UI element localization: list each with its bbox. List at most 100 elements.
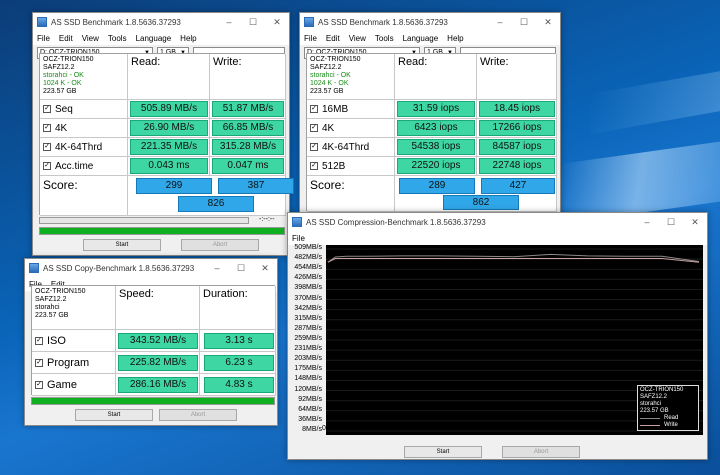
menu-edit[interactable]: Edit <box>326 34 340 43</box>
maximize-icon[interactable]: ☐ <box>659 217 683 228</box>
app-icon <box>292 217 302 227</box>
progress-fill <box>32 398 274 404</box>
checkbox-checked-icon[interactable]: ✓ <box>43 143 51 151</box>
y-tick-label: 426MB/s <box>294 274 322 282</box>
close-icon[interactable]: ✕ <box>253 263 277 274</box>
firmware: SAFZ12.2 <box>35 296 67 303</box>
4k64-read-value: 221.35 MB/s <box>130 139 208 155</box>
copy-progress-bar <box>31 397 275 405</box>
checkbox-checked-icon[interactable]: ✓ <box>43 124 51 132</box>
row-4k: ✓ 4K <box>307 119 395 138</box>
4k64-write-value: 84587 iops <box>479 139 555 155</box>
benchmark-window-1: AS SSD Benchmark 1.8.5636.37293 – ☐ ✕ Fi… <box>32 12 294 256</box>
app-icon <box>37 17 47 27</box>
menu-language[interactable]: Language <box>136 34 172 43</box>
results-grid: OCZ-TRION150 SAFZ12.2 storahci - OK 1024… <box>39 53 294 216</box>
title-bar: AS SSD Copy-Benchmark 1.8.5636.37293 – ☐… <box>25 259 277 277</box>
minimize-icon[interactable]: – <box>488 17 512 27</box>
drive-capacity: 223.57 GB <box>310 88 344 95</box>
menu-language[interactable]: Language <box>403 34 439 43</box>
score-label: Score: <box>307 176 395 212</box>
y-tick-label: 454MB/s <box>294 264 322 272</box>
menu-view[interactable]: View <box>82 34 99 43</box>
y-tick-label: 509MB/s <box>294 244 322 251</box>
minimize-icon[interactable]: – <box>635 217 659 227</box>
speed-header: Speed: <box>116 286 200 330</box>
abort-button[interactable]: Abort <box>159 409 237 421</box>
row-4k-64thrd: ✓ 4K-64Thrd <box>40 138 128 157</box>
checkbox-checked-icon[interactable]: ✓ <box>310 143 318 151</box>
row-seq: ✓ Seq <box>40 100 128 119</box>
alignment-status: 1024 K - OK <box>43 80 82 87</box>
y-tick-label: 36MB/s <box>298 415 322 423</box>
abort-button[interactable]: Abort <box>181 239 259 251</box>
menu-file[interactable]: File <box>292 234 305 243</box>
results-grid: OCZ-TRION150 SAFZ12.2 storahci - OK 1024… <box>306 53 557 212</box>
y-tick-label: 120MB/s <box>294 385 322 393</box>
maximize-icon[interactable]: ☐ <box>512 17 536 28</box>
benchmark-window-2: AS SSD Benchmark 1.8.5636.37293 – ☐ ✕ Fi… <box>299 12 561 216</box>
abort-button[interactable]: Abort <box>502 446 580 458</box>
row-iso: ✓ ISO <box>32 330 116 352</box>
acc-write-value: 0.047 ms <box>212 158 284 174</box>
menu-file[interactable]: File <box>37 34 50 43</box>
y-tick-label: 148MB/s <box>294 375 322 383</box>
desktop-light-beam <box>560 135 720 225</box>
menu-tools[interactable]: Tools <box>108 34 127 43</box>
menu-help[interactable]: Help <box>180 34 196 43</box>
drive-capacity: 223.57 GB <box>35 312 69 319</box>
close-icon[interactable]: ✕ <box>683 217 707 228</box>
minimize-icon[interactable]: – <box>205 263 229 273</box>
row-4k: ✓ 4K <box>40 119 128 138</box>
checkbox-checked-icon[interactable]: ✓ <box>310 162 318 170</box>
maximize-icon[interactable]: ☐ <box>241 17 265 28</box>
menu-tools[interactable]: Tools <box>375 34 394 43</box>
row-label: 4K-64Thrd <box>55 141 103 153</box>
menu-edit[interactable]: Edit <box>59 34 73 43</box>
row-label: 4K <box>322 122 335 134</box>
y-tick-label: 8MB/s <box>302 426 322 433</box>
close-icon[interactable]: ✕ <box>536 17 560 28</box>
checkbox-checked-icon[interactable]: ✓ <box>35 380 43 389</box>
checkbox-checked-icon[interactable]: ✓ <box>43 105 51 113</box>
y-tick-label: 64MB/s <box>298 405 322 413</box>
compression-chart: OCZ-TRION150 SAFZ12.2 storahci 223.57 GB… <box>326 245 703 435</box>
window-title: AS SSD Benchmark 1.8.5636.37293 <box>51 17 181 27</box>
score-label: Score: <box>40 176 128 216</box>
legend-read-label: Read <box>664 415 679 421</box>
drive-model: OCZ-TRION150 <box>35 288 86 295</box>
drive-info: OCZ-TRION150 SAFZ12.2 storahci - OK 1024… <box>40 54 128 100</box>
total-progress-bar <box>39 227 285 235</box>
menu-file[interactable]: File <box>304 34 317 43</box>
y-tick-label: 398MB/s <box>294 284 322 292</box>
y-tick-label: 315MB/s <box>294 314 322 322</box>
legend-drive-model: OCZ-TRION150 <box>640 387 684 393</box>
checkbox-checked-icon[interactable]: ✓ <box>35 358 43 367</box>
y-tick-label: 203MB/s <box>294 355 322 363</box>
start-button[interactable]: Start <box>75 409 153 421</box>
checkbox-checked-icon[interactable]: ✓ <box>310 105 318 113</box>
close-icon[interactable]: ✕ <box>265 17 289 28</box>
write-header: Write: <box>477 54 557 100</box>
4k64-read-value: 54538 iops <box>397 139 475 155</box>
score-read: 289 <box>399 178 475 194</box>
program-duration-value: 6.23 s <box>204 355 274 371</box>
window-title: AS SSD Copy-Benchmark 1.8.5636.37293 <box>43 263 195 273</box>
menu-help[interactable]: Help <box>447 34 463 43</box>
checkbox-checked-icon[interactable]: ✓ <box>43 162 51 170</box>
iso-speed-value: 343.52 MB/s <box>118 333 198 349</box>
copy-results-grid: OCZ-TRION150 SAFZ12.2 storahci 223.57 GB… <box>31 285 276 396</box>
checkbox-checked-icon[interactable]: ✓ <box>35 336 43 345</box>
score-read: 299 <box>136 178 212 194</box>
program-speed-value: 225.82 MB/s <box>118 355 198 371</box>
minimize-icon[interactable]: – <box>217 17 241 27</box>
menu-view[interactable]: View <box>349 34 366 43</box>
maximize-icon[interactable]: ☐ <box>229 263 253 274</box>
title-bar: AS SSD Compression-Benchmark 1.8.5636.37… <box>288 213 707 231</box>
start-button[interactable]: Start <box>83 239 161 251</box>
desktop-light-beam <box>590 65 720 135</box>
checkbox-checked-icon[interactable]: ✓ <box>310 124 318 132</box>
legend-read-row: Read <box>640 415 696 422</box>
start-button[interactable]: Start <box>404 446 482 458</box>
title-bar: AS SSD Benchmark 1.8.5636.37293 – ☐ ✕ <box>300 13 560 31</box>
